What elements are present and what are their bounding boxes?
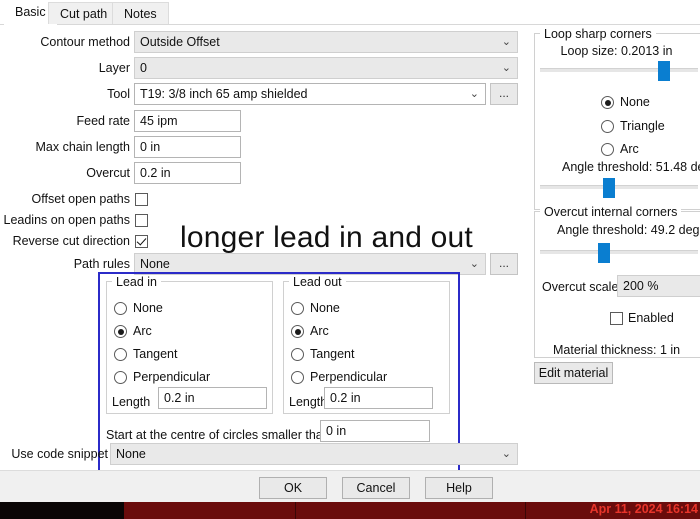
tab-notes[interactable]: Notes xyxy=(112,2,169,24)
loop-size-slider-thumb[interactable] xyxy=(658,61,670,81)
feed-rate-input[interactable]: 45 ipm xyxy=(134,110,241,132)
layer-label: Layer xyxy=(98,61,130,75)
overcut-angle-threshold-slider-track xyxy=(540,250,698,254)
layer-dropdown[interactable]: 0 ⌄ xyxy=(134,57,518,79)
lead-in-radio-none-label: None xyxy=(133,301,163,315)
lead-in-radio-arc[interactable] xyxy=(114,325,127,338)
edit-material-button[interactable]: Edit material xyxy=(534,362,613,384)
loop-radio-arc-label: Arc xyxy=(620,142,639,156)
path-rules-value: None xyxy=(140,257,170,271)
taskbar-clock[interactable]: Apr 11, 2024 16:14 xyxy=(590,502,698,519)
taskbar-divider xyxy=(525,502,526,519)
use-code-snippet-dropdown[interactable]: None ⌄ xyxy=(110,443,518,465)
loop-angle-threshold-slider-track xyxy=(540,185,698,189)
lead-in-radio-tangent[interactable] xyxy=(114,348,127,361)
lead-out-group-title: Lead out xyxy=(289,276,346,288)
loop-angle-threshold-slider[interactable] xyxy=(540,178,698,198)
loop-angle-threshold-slider-thumb[interactable] xyxy=(603,178,615,198)
start-at-centre-label: Start at the centre of circles smaller t… xyxy=(106,428,330,442)
tab-strip: Basic Cut path Notes xyxy=(0,0,700,25)
path-rules-browse-button[interactable]: ... xyxy=(490,253,518,275)
lead-out-radio-perpendicular-label: Perpendicular xyxy=(310,370,388,384)
loop-angle-threshold-text: Angle threshold: 51.48 deg xyxy=(562,160,700,174)
loop-radio-none-label: None xyxy=(620,95,650,109)
lead-out-radio-arc[interactable] xyxy=(291,325,304,338)
dialog-button-bar: OK Cancel Help xyxy=(0,470,700,503)
cancel-button[interactable]: Cancel xyxy=(342,477,410,499)
taskbar-start-region[interactable] xyxy=(0,502,124,519)
loop-radio-triangle-label: Triangle xyxy=(620,119,665,133)
use-code-snippet-value: None xyxy=(116,447,146,461)
contour-method-label: Contour method xyxy=(40,35,130,49)
reverse-cut-direction-label: Reverse cut direction xyxy=(12,234,130,248)
feed-rate-label: Feed rate xyxy=(76,114,130,128)
leadins-on-open-paths-label: Leadins on open paths xyxy=(3,213,131,227)
path-rules-label: Path rules xyxy=(73,257,130,271)
tool-label: Tool xyxy=(107,87,130,101)
lead-out-radio-arc-label: Arc xyxy=(310,324,329,338)
layer-value: 0 xyxy=(140,61,147,75)
start-at-centre-input[interactable]: 0 in xyxy=(320,420,430,442)
chevron-down-icon: ⌄ xyxy=(501,36,511,48)
loop-size-slider-track xyxy=(540,68,698,72)
lead-out-radio-none[interactable] xyxy=(291,302,304,315)
lead-out-length-input[interactable]: 0.2 in xyxy=(324,387,433,409)
lead-in-radio-tangent-label: Tangent xyxy=(133,347,178,361)
lead-in-radio-perpendicular-label: Perpendicular xyxy=(133,370,211,384)
path-rules-dropdown[interactable]: None ⌄ xyxy=(134,253,486,275)
overcut-enabled-label: Enabled xyxy=(628,311,674,325)
leadins-on-open-paths-checkbox[interactable] xyxy=(135,214,148,227)
loop-radio-arc[interactable] xyxy=(601,143,614,156)
overcut-enabled-checkbox[interactable] xyxy=(610,312,623,325)
chevron-down-icon: ⌄ xyxy=(501,62,511,74)
tool-browse-button[interactable]: ... xyxy=(490,83,518,105)
overcut-scale-input[interactable]: 200 % xyxy=(617,275,700,297)
tab-cut-path[interactable]: Cut path xyxy=(48,2,120,24)
chevron-down-icon: ⌄ xyxy=(501,448,511,460)
loop-radio-triangle[interactable] xyxy=(601,120,614,133)
help-button[interactable]: Help xyxy=(425,477,493,499)
loop-sharp-corners-title: Loop sharp corners xyxy=(540,28,656,40)
lead-in-length-label: Length xyxy=(112,395,151,409)
lead-in-radio-none[interactable] xyxy=(114,302,127,315)
basic-tab-panel: Contour method Outside Offset ⌄ Layer 0 … xyxy=(0,25,700,472)
overcut-scale-label: Overcut scale xyxy=(542,280,619,294)
tool-dropdown[interactable]: T19: 3/8 inch 65 amp shielded ⌄ xyxy=(134,83,486,105)
material-thickness-text: Material thickness: 1 in xyxy=(553,343,681,357)
loop-radio-none[interactable] xyxy=(601,96,614,109)
overcut-angle-threshold-slider[interactable] xyxy=(540,243,698,263)
lead-out-radio-tangent[interactable] xyxy=(291,348,304,361)
lead-out-radio-none-label: None xyxy=(310,301,340,315)
overcut-input[interactable]: 0.2 in xyxy=(134,162,241,184)
tool-value: T19: 3/8 inch 65 amp shielded xyxy=(140,87,308,101)
contour-method-dropdown[interactable]: Outside Offset ⌄ xyxy=(134,31,518,53)
overcut-label: Overcut xyxy=(86,166,130,180)
max-chain-length-input[interactable]: 0 in xyxy=(134,136,241,158)
taskbar: Apr 11, 2024 16:14 xyxy=(0,502,700,519)
loop-size-text: Loop size: 0.2013 in xyxy=(560,44,673,58)
lead-in-radio-perpendicular[interactable] xyxy=(114,371,127,384)
taskbar-divider xyxy=(295,502,296,519)
use-code-snippet-label: Use code snippet xyxy=(11,447,108,461)
overcut-angle-threshold-slider-thumb[interactable] xyxy=(598,243,610,263)
contour-method-value: Outside Offset xyxy=(140,35,220,49)
lead-in-length-input[interactable]: 0.2 in xyxy=(158,387,267,409)
offset-open-paths-label: Offset open paths xyxy=(31,192,130,206)
lead-out-length-label: Length xyxy=(289,395,328,409)
reverse-cut-direction-checkbox[interactable] xyxy=(135,235,148,248)
ok-button[interactable]: OK xyxy=(259,477,327,499)
max-chain-length-label: Max chain length xyxy=(35,140,130,154)
lead-out-radio-tangent-label: Tangent xyxy=(310,347,355,361)
chevron-down-icon: ⌄ xyxy=(469,88,479,100)
overcut-internal-corners-title: Overcut internal corners xyxy=(540,206,682,218)
lead-in-group-title: Lead in xyxy=(112,276,162,288)
annotation-text: longer lead in and out xyxy=(180,221,473,254)
offset-open-paths-checkbox[interactable] xyxy=(135,193,148,206)
lead-out-radio-perpendicular[interactable] xyxy=(291,371,304,384)
lead-in-radio-arc-label: Arc xyxy=(133,324,152,338)
loop-size-slider[interactable] xyxy=(540,61,698,81)
chevron-down-icon: ⌄ xyxy=(469,258,479,270)
overcut-angle-threshold-text: Angle threshold: 49.2 degr xyxy=(557,223,700,237)
